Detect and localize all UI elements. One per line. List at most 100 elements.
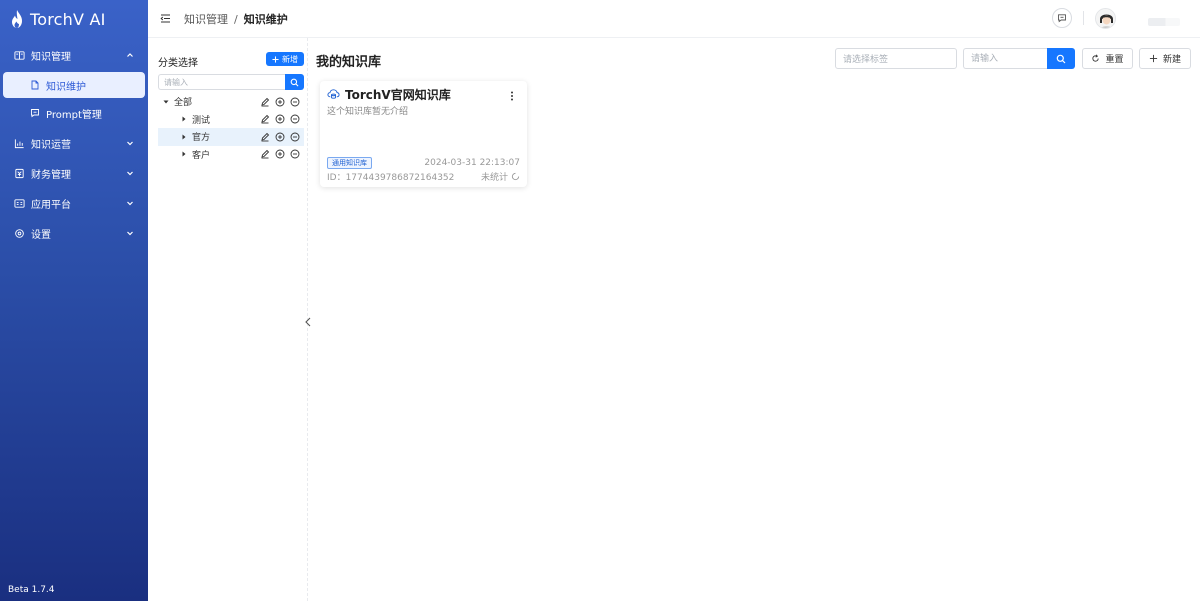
chevron-down-icon: [127, 201, 133, 206]
add-circle-icon[interactable]: [275, 149, 285, 159]
chevron-down-icon: [127, 171, 133, 176]
sidebar-group-label: 知识运营: [31, 139, 71, 151]
add-circle-icon[interactable]: [275, 97, 285, 107]
sidebar-nav: 知识管理 知识维护 Prompt管理 知识运营 财务管理 应用平台 设置: [0, 40, 148, 248]
caret-right-icon[interactable]: [180, 133, 188, 141]
add-category-button[interactable]: 新增: [266, 52, 304, 66]
tree-node-actions: [260, 149, 304, 159]
sidebar-item-label: 知识维护: [46, 81, 86, 93]
loading-icon: [511, 172, 520, 181]
card-title: TorchV官网知识库: [345, 88, 451, 102]
plus-icon: [272, 55, 279, 63]
header-divider: [1083, 11, 1084, 25]
message-icon: [30, 108, 40, 118]
sidebar-item-prompt-management[interactable]: Prompt管理: [3, 100, 145, 126]
create-button[interactable]: 新建: [1139, 48, 1191, 69]
user-name-placeholder[interactable]: [1148, 18, 1180, 26]
tag-select[interactable]: 请选择标签: [835, 48, 957, 69]
brand-logo[interactable]: TorchV AI: [10, 8, 106, 30]
page-title: 我的知识库: [316, 55, 382, 70]
card-status-label: 未统计: [480, 173, 508, 183]
tree-node-official[interactable]: 官方: [158, 128, 304, 146]
reset-label: 重置: [1105, 55, 1124, 65]
top-header: 知识管理 / 知识维护: [148, 0, 1200, 38]
collapse-panel-chevron-left-icon[interactable]: [303, 316, 313, 328]
tree-node-customer[interactable]: 客户: [158, 146, 304, 164]
keyword-search-button[interactable]: [1047, 48, 1075, 69]
sidebar-group-settings[interactable]: 设置: [0, 218, 148, 248]
chevron-up-icon: [127, 53, 133, 57]
edit-icon[interactable]: [260, 149, 270, 159]
sidebar-item-knowledge-maintenance[interactable]: 知识维护: [3, 72, 145, 98]
caret-right-icon[interactable]: [180, 115, 188, 123]
remove-circle-icon[interactable]: [290, 97, 300, 107]
bar-chart-icon: [14, 138, 25, 149]
remove-circle-icon[interactable]: [290, 132, 300, 142]
tree-node-root[interactable]: 全部: [158, 93, 304, 111]
sidebar-item-label: Prompt管理: [46, 109, 102, 121]
sidebar-group-knowledge-management[interactable]: 知识管理: [0, 40, 148, 70]
sidebar-group-app-platform[interactable]: 应用平台: [0, 188, 148, 218]
message-icon: [1058, 14, 1066, 23]
more-vertical-icon[interactable]: [509, 90, 515, 102]
card-type-tag: 通用知识库: [327, 157, 372, 169]
category-search-button[interactable]: [285, 74, 304, 90]
tree-node-actions: [260, 132, 304, 142]
file-icon: [30, 80, 40, 90]
category-search-input[interactable]: [158, 74, 285, 90]
category-panel: 分类选择 新增 全部 测试: [148, 38, 308, 601]
breadcrumb-separator: /: [234, 12, 238, 26]
edit-icon[interactable]: [260, 97, 270, 107]
edit-icon[interactable]: [260, 132, 270, 142]
app-version: Beta 1.7.4: [8, 585, 55, 595]
sidebar: TorchV AI 知识管理 知识维护 Prompt管理 知识运营 财务管理 应…: [0, 0, 148, 601]
search-icon: [290, 78, 299, 86]
remove-circle-icon[interactable]: [290, 149, 300, 159]
remove-circle-icon[interactable]: [290, 114, 300, 124]
torchv-flame-icon: [12, 10, 22, 28]
reload-icon: [1092, 54, 1100, 62]
book-icon: [14, 50, 25, 61]
tree-node-actions: [260, 97, 304, 107]
add-circle-icon[interactable]: [275, 132, 285, 142]
sidebar-group-label: 财务管理: [31, 169, 71, 181]
tree-node-label: 客户: [192, 150, 211, 161]
sidebar-group-finance-management[interactable]: 财务管理: [0, 158, 148, 188]
sidebar-group-knowledge-operations[interactable]: 知识运营: [0, 128, 148, 158]
caret-down-icon[interactable]: [162, 98, 170, 106]
chevron-down-icon: [127, 141, 133, 146]
create-label: 新建: [1162, 55, 1181, 65]
message-button[interactable]: [1052, 8, 1072, 28]
tree-node-label: 测试: [192, 115, 211, 126]
category-search: [158, 74, 304, 90]
card-id: ID：1774439786872164352: [327, 173, 455, 183]
breadcrumb-item[interactable]: 知识管理: [184, 11, 228, 27]
settings-icon: [14, 228, 25, 239]
search-icon: [1056, 54, 1066, 63]
sidebar-group-label: 知识管理: [31, 51, 71, 63]
tree-node-actions: [260, 114, 304, 124]
card-description: 这个知识库暂无介绍: [327, 107, 409, 117]
finance-icon: [14, 168, 25, 179]
sidebar-group-label: 设置: [31, 229, 51, 241]
caret-right-icon[interactable]: [180, 150, 188, 158]
menu-fold-icon[interactable]: [160, 13, 171, 24]
tree-node-test[interactable]: 测试: [158, 111, 304, 129]
add-circle-icon[interactable]: [275, 114, 285, 124]
category-tree: 全部 测试 官方 客户: [158, 93, 304, 163]
knowledge-base-card[interactable]: TorchV官网知识库 这个知识库暂无介绍 通用知识库 2024-03-31 2…: [320, 81, 527, 187]
edit-icon[interactable]: [260, 114, 270, 124]
sidebar-group-label: 应用平台: [31, 199, 71, 211]
keyword-search-input[interactable]: [963, 48, 1047, 69]
app-name: TorchV AI: [30, 9, 106, 29]
tag-select-placeholder: 请选择标签: [843, 55, 889, 65]
app-icon: [14, 198, 25, 209]
breadcrumb-current: 知识维护: [243, 13, 288, 26]
breadcrumb: 知识管理 / 知识维护: [184, 11, 288, 27]
user-avatar[interactable]: [1095, 8, 1116, 29]
cloud-database-icon: [327, 89, 340, 99]
plus-icon: [1149, 54, 1158, 63]
chevron-down-icon: [127, 231, 133, 236]
keyword-search: [963, 48, 1075, 69]
reset-button[interactable]: 重置: [1082, 48, 1133, 69]
